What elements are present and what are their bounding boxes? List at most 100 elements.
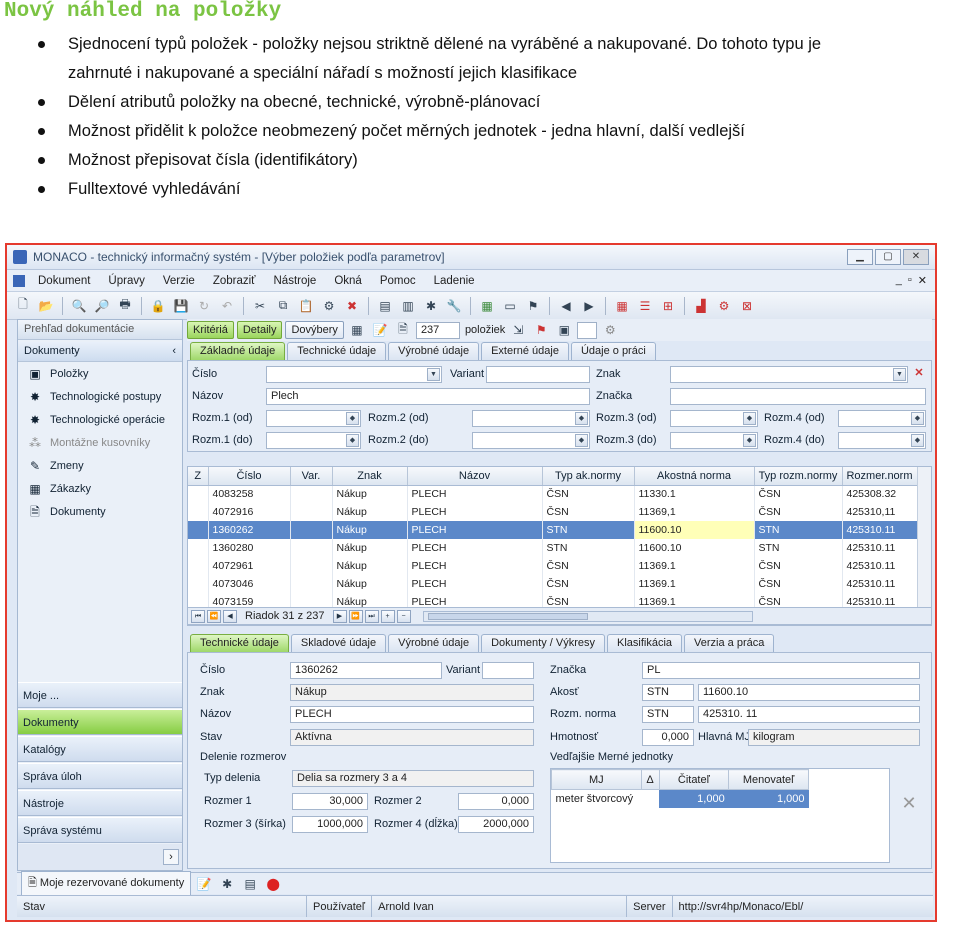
znak-select[interactable]: ▼ bbox=[670, 366, 908, 383]
detail-znacka-field[interactable]: PL bbox=[642, 662, 920, 679]
copy-icon[interactable]: ⧉ bbox=[273, 296, 293, 316]
alert-icon[interactable]: ⬤ bbox=[263, 874, 283, 894]
child-restore-button[interactable]: ▫ bbox=[908, 274, 912, 287]
mj-row[interactable]: meter štvorcový 1,000 1,000 bbox=[552, 789, 809, 808]
rozmer2-field[interactable]: 0,000 bbox=[458, 793, 534, 810]
view-icon[interactable]: ▣ bbox=[554, 320, 574, 340]
col-rozmer[interactable]: Rozmer.norm bbox=[842, 467, 918, 486]
spin-icon[interactable]: ◆ bbox=[911, 434, 924, 447]
detail-znak-field[interactable]: Nákup bbox=[290, 684, 534, 701]
rozm4od-input[interactable]: ◆ bbox=[838, 410, 926, 427]
section-dokumenty[interactable]: Dokumenty ‹ bbox=[18, 342, 182, 362]
search-icon[interactable]: 🔍 bbox=[69, 296, 89, 316]
menu-pomoc[interactable]: Pomoc bbox=[371, 275, 425, 287]
tab-detail-verzia[interactable]: Verzia a práca bbox=[684, 634, 775, 652]
child-close-button[interactable]: ✕ bbox=[918, 274, 927, 287]
col-var[interactable]: Var. bbox=[290, 467, 333, 486]
rozm2do-input[interactable]: ◆ bbox=[472, 432, 590, 449]
col-typ-ak[interactable]: Typ ak.normy bbox=[542, 467, 635, 486]
col-z[interactable]: Z bbox=[188, 467, 209, 486]
nav-sprava-uloh[interactable]: Správa úloh bbox=[18, 763, 182, 789]
tab-praca[interactable]: Údaje o práci bbox=[570, 342, 656, 360]
child-minimize-button[interactable]: _ bbox=[896, 274, 902, 287]
rozmer4-field[interactable]: 2000,000 bbox=[458, 816, 534, 833]
hlavna-mj-select[interactable]: kilogram bbox=[748, 729, 920, 746]
sidebar-item-zakazky[interactable]: ▦ Zákazky bbox=[18, 477, 182, 500]
paste-icon[interactable]: 📋 bbox=[296, 296, 316, 316]
chevron-down-icon[interactable]: ▼ bbox=[893, 368, 906, 381]
col-menovatel[interactable]: Menovateľ bbox=[728, 769, 809, 790]
rozmer1-field[interactable]: 30,000 bbox=[292, 793, 368, 810]
filter-doc2-icon[interactable]: 🗎 bbox=[393, 320, 413, 340]
sheet-icon[interactable]: ▦ bbox=[477, 296, 497, 316]
rozm2od-input[interactable]: ◆ bbox=[472, 410, 590, 427]
language-icon[interactable]: ⚑ bbox=[523, 296, 543, 316]
typ-delenia-select[interactable]: Delia sa rozmery 3 a 4 bbox=[292, 770, 534, 787]
undo-icon[interactable]: ↶ bbox=[217, 296, 237, 316]
spin-icon[interactable]: ◆ bbox=[575, 412, 588, 425]
title-bar[interactable]: MONACO - technický informačný systém - [… bbox=[7, 245, 935, 270]
calc-icon[interactable]: ▤ bbox=[240, 874, 260, 894]
nav-moje[interactable]: Moje ... bbox=[18, 682, 182, 708]
remove-icon[interactable]: − bbox=[396, 609, 411, 623]
table-row[interactable]: 1360280 Nákup PLECH STN 11600.10 STN 425310.11 bbox=[188, 539, 918, 557]
notes-icon[interactable]: 📝 bbox=[194, 874, 214, 894]
minimize-button[interactable]: ▁ bbox=[847, 249, 873, 265]
rozm4do-input[interactable]: ◆ bbox=[838, 432, 926, 449]
back-icon[interactable]: ◀ bbox=[556, 296, 576, 316]
spin-icon[interactable]: ◆ bbox=[743, 434, 756, 447]
rozm3do-input[interactable]: ◆ bbox=[670, 432, 758, 449]
add-icon[interactable]: + bbox=[380, 609, 395, 623]
tab-detail-klasifikacia[interactable]: Klasifikácia bbox=[607, 634, 683, 652]
cut-icon[interactable]: ✂ bbox=[250, 296, 270, 316]
new-icon[interactable]: 🗋 bbox=[13, 296, 33, 316]
nav-katalogy[interactable]: Katalógy bbox=[18, 736, 182, 762]
col-citatel[interactable]: Čitateľ bbox=[658, 769, 730, 790]
table-row[interactable]: 4073046 Nákup PLECH ČSN 11369.1 ČSN 425310.11 bbox=[188, 575, 918, 593]
horizontal-scrollbar[interactable] bbox=[422, 610, 753, 622]
col-znak[interactable]: Znak bbox=[332, 467, 408, 486]
lock-icon[interactable]: 🔒 bbox=[148, 296, 168, 316]
flag-icon[interactable]: ⚑ bbox=[531, 320, 551, 340]
menu-upravy[interactable]: Úpravy bbox=[99, 275, 153, 287]
tools-icon[interactable]: ✱ bbox=[421, 296, 441, 316]
rozm1do-input[interactable]: ◆ bbox=[266, 432, 361, 449]
menu-ladenie[interactable]: Ladenie bbox=[425, 275, 484, 287]
spin-icon[interactable]: ◆ bbox=[911, 412, 924, 425]
chevron-down-icon[interactable]: ▼ bbox=[427, 368, 440, 381]
col-sort[interactable]: Δ bbox=[640, 769, 660, 790]
menu-okna[interactable]: Okná bbox=[325, 275, 371, 287]
prev-icon[interactable]: ◀ bbox=[223, 609, 237, 623]
nav-nastroje[interactable]: Nástroje bbox=[18, 790, 182, 816]
prev-page-icon[interactable]: ⏪ bbox=[207, 609, 221, 623]
wrench-icon[interactable]: 🔧 bbox=[444, 296, 464, 316]
menu-verzie[interactable]: Verzie bbox=[154, 275, 204, 287]
nav-dokumenty[interactable]: Dokumenty bbox=[18, 709, 182, 735]
settings-icon[interactable]: ⚙ bbox=[600, 320, 620, 340]
detail-cislo-field[interactable]: 1360262 bbox=[290, 662, 442, 679]
dovybery-button[interactable]: Dovýbery bbox=[285, 321, 344, 339]
col-cislo[interactable]: Číslo bbox=[208, 467, 291, 486]
properties-icon[interactable]: ⚙ bbox=[319, 296, 339, 316]
tab-vyrobne[interactable]: Výrobné údaje bbox=[388, 342, 480, 360]
menu-dokument[interactable]: Dokument bbox=[29, 275, 99, 287]
rozm-value-field[interactable]: 425310. 11 bbox=[698, 706, 920, 723]
col-typ-rozm[interactable]: Typ rozm.normy bbox=[754, 467, 843, 486]
tab-zakladne[interactable]: Základné údaje bbox=[190, 342, 286, 360]
tab-technicke[interactable]: Technické údaje bbox=[287, 342, 387, 360]
variant-input[interactable] bbox=[486, 366, 590, 383]
tab-detail-dokumenty[interactable]: Dokumenty / Výkresy bbox=[481, 634, 605, 652]
chart-icon[interactable]: ▟ bbox=[691, 296, 711, 316]
spin-icon[interactable]: ◆ bbox=[346, 412, 359, 425]
table-row[interactable]: 4072961 Nákup PLECH ČSN 11369.1 ČSN 425310.11 bbox=[188, 557, 918, 575]
sidebar-item-polozky[interactable]: ▣ Položky bbox=[18, 362, 182, 385]
forward-icon[interactable]: ▶ bbox=[579, 296, 599, 316]
chevron-right-icon[interactable]: › bbox=[163, 849, 179, 865]
last-icon[interactable]: ⏭ bbox=[364, 609, 379, 623]
table-row[interactable]: 4083258 Nákup PLECH ČSN 11330.1 ČSN 425308.32 bbox=[188, 485, 918, 503]
open-icon[interactable]: 📂 bbox=[36, 296, 56, 316]
nazov-input[interactable]: Plech bbox=[266, 388, 590, 405]
detail-stav-field[interactable]: Aktívna bbox=[290, 729, 534, 746]
rozm1od-input[interactable]: ◆ bbox=[266, 410, 361, 427]
view-select[interactable] bbox=[577, 321, 598, 339]
